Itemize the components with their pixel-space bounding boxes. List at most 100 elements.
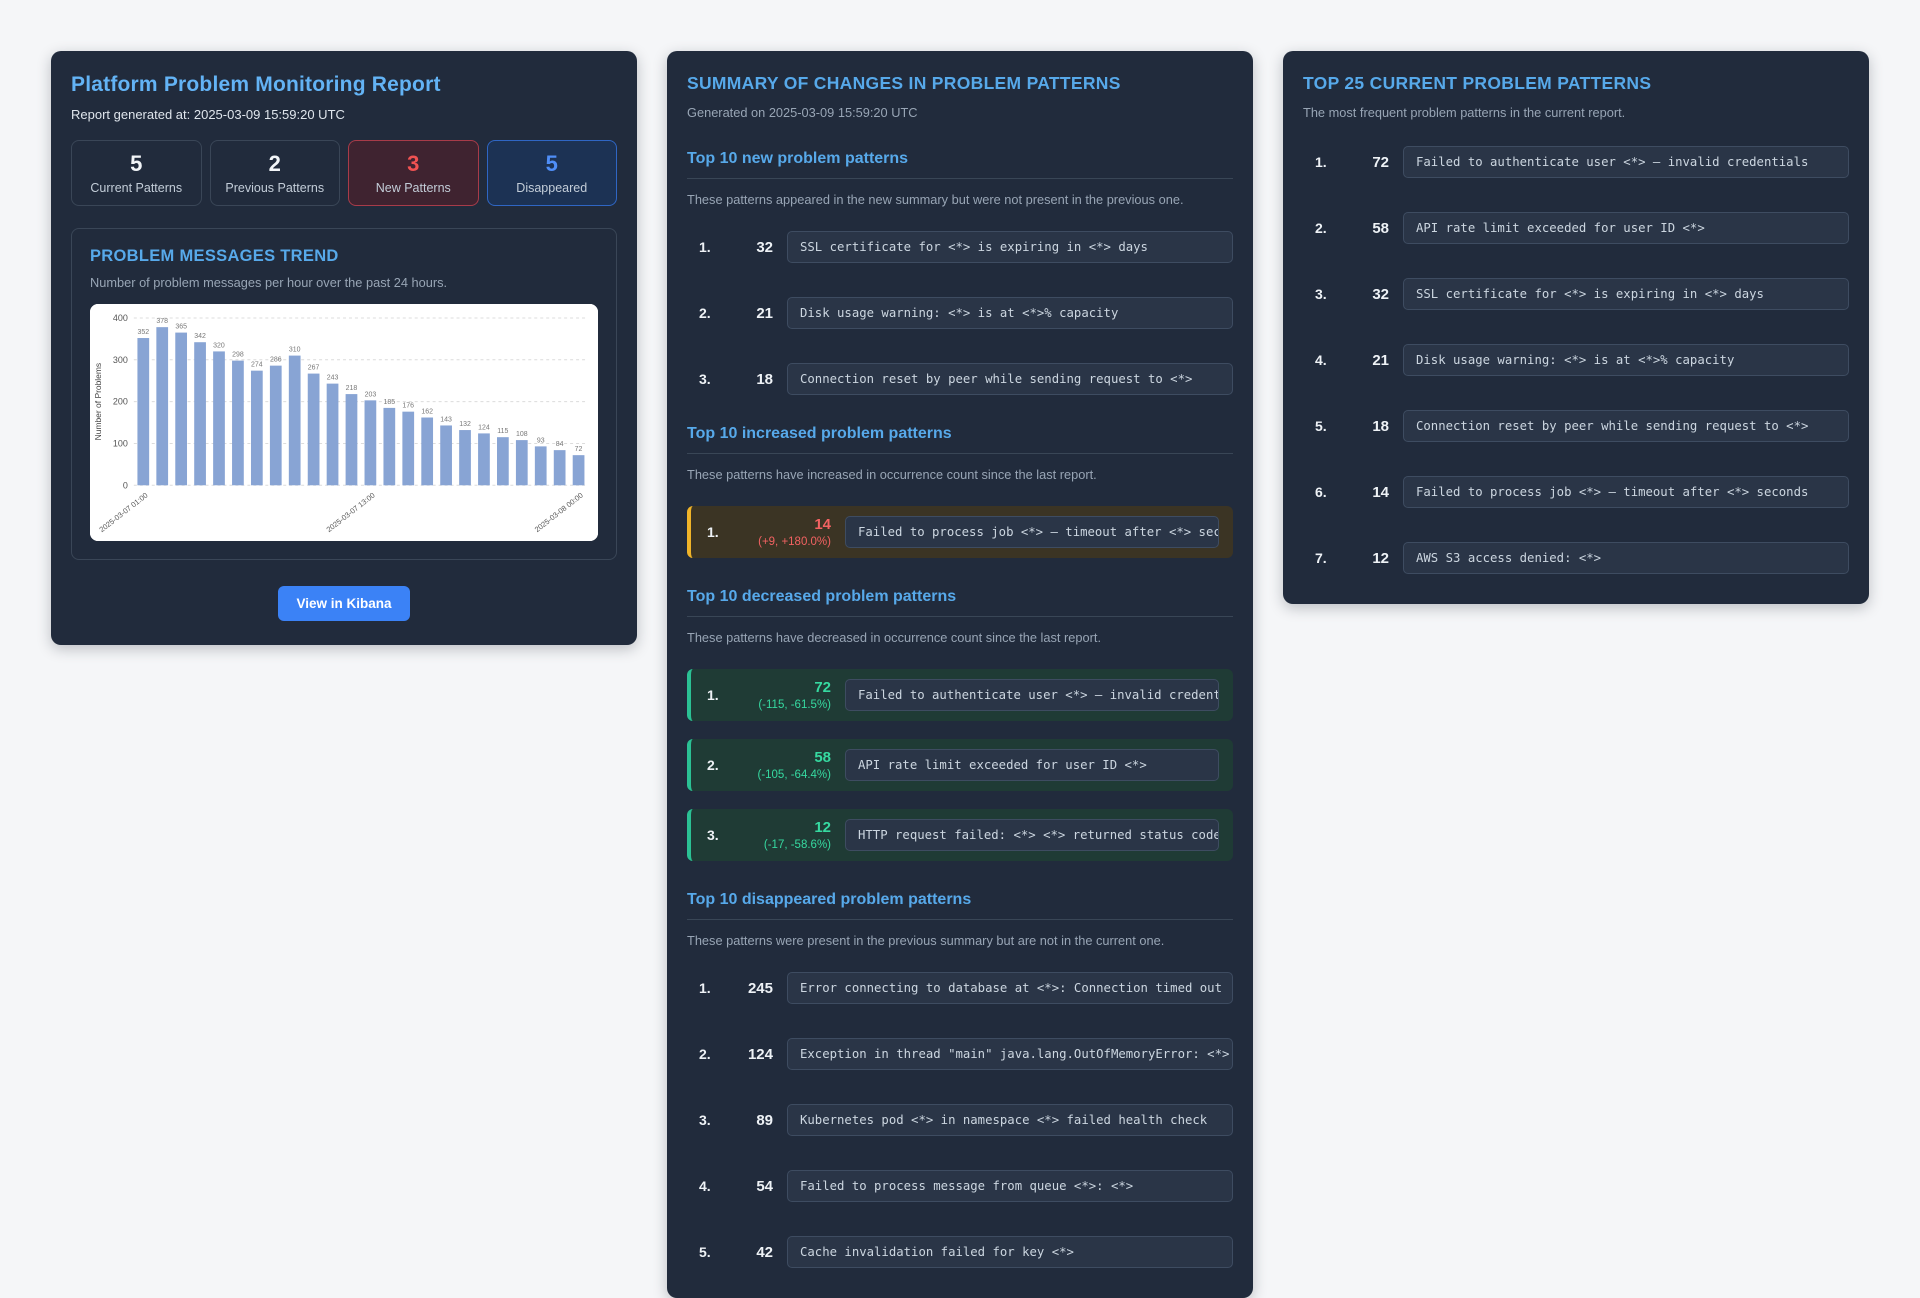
pattern-item: 4. 21 Disk usage warning: <*> is at <*>%… (1303, 344, 1849, 376)
trend-subtitle: Number of problem messages per hour over… (90, 275, 598, 290)
actions-row: View in Kibana (71, 586, 617, 621)
pattern-count: 32 (1343, 286, 1389, 303)
stat-value: 3 (355, 152, 472, 176)
trend-title: PROBLEM MESSAGES TREND (90, 247, 598, 266)
view-in-kibana-button[interactable]: View in Kibana (278, 586, 409, 621)
pattern-rank: 5. (687, 1244, 727, 1260)
stat-label: New Patterns (355, 181, 472, 195)
pattern-count: 42 (727, 1244, 773, 1261)
problem-messages-bar-chart: 0100200300400Number of Problems352378365… (90, 304, 598, 541)
section-new-patterns: Top 10 new problem patterns These patter… (687, 150, 1233, 395)
pattern-item: 6. 14 Failed to process job <*> – timeou… (1303, 476, 1849, 508)
pattern-text: SSL certificate for <*> is expiring in <… (787, 231, 1233, 263)
svg-text:320: 320 (213, 343, 225, 350)
pattern-rank: 1. (703, 524, 735, 540)
svg-text:218: 218 (346, 385, 358, 392)
pattern-count: 58 (1343, 220, 1389, 237)
pattern-text: Failed to authenticate user <*> – invali… (1403, 146, 1849, 178)
svg-text:72: 72 (575, 446, 583, 453)
pattern-text: Failed to authenticate user <*> – invali… (845, 679, 1219, 711)
svg-text:0: 0 (123, 480, 128, 490)
svg-text:108: 108 (516, 431, 528, 438)
section-description: These patterns were present in the previ… (687, 933, 1233, 948)
pattern-text: Error connecting to database at <*>: Con… (787, 972, 1233, 1004)
pattern-rank: 5. (1303, 418, 1343, 434)
report-generated-at: Report generated at: 2025-03-09 15:59:20… (71, 107, 617, 122)
section-decreased-patterns: Top 10 decreased problem patterns These … (687, 588, 1233, 861)
pattern-item-increased: 1. 14 (+9, +180.0%) Failed to process jo… (687, 506, 1233, 558)
pattern-item: 1. 72 Failed to authenticate user <*> – … (1303, 146, 1849, 178)
top-pattern-list: 1. 72 Failed to authenticate user <*> – … (1303, 146, 1849, 574)
stat-disappeared-patterns: 5 Disappeared (487, 140, 618, 206)
pattern-rank: 6. (1303, 484, 1343, 500)
top-patterns-subtitle: The most frequent problem patterns in th… (1303, 105, 1849, 120)
pattern-count-block: 14 (+9, +180.0%) (735, 516, 831, 548)
svg-text:365: 365 (175, 324, 187, 331)
svg-text:132: 132 (459, 421, 471, 428)
pattern-item: 3. 18 Connection reset by peer while sen… (687, 363, 1233, 395)
svg-text:200: 200 (113, 397, 128, 407)
stat-previous-patterns: 2 Previous Patterns (210, 140, 341, 206)
pattern-item: 2. 124 Exception in thread "main" java.l… (687, 1038, 1233, 1070)
pattern-count-block: 72 (-115, -61.5%) (735, 679, 831, 711)
pattern-rank: 1. (703, 687, 735, 703)
section-description: These patterns have decreased in occurre… (687, 630, 1233, 645)
pattern-text: Connection reset by peer while sending r… (787, 363, 1233, 395)
pattern-count: 54 (727, 1178, 773, 1195)
report-panel: Platform Problem Monitoring Report Repor… (51, 51, 637, 645)
pattern-text: Failed to process job <*> – timeout afte… (845, 516, 1219, 548)
stat-value: 5 (78, 152, 195, 176)
summary-panel: SUMMARY OF CHANGES IN PROBLEM PATTERNS G… (667, 51, 1253, 1298)
pattern-count: 72 (1343, 154, 1389, 171)
pattern-count: 58 (735, 749, 831, 766)
stat-tiles: 5 Current Patterns 2 Previous Patterns 3… (71, 140, 617, 206)
pattern-rank: 3. (703, 827, 735, 843)
pattern-count-block: 12 (-17, -58.6%) (735, 819, 831, 851)
svg-text:162: 162 (421, 409, 433, 416)
stat-label: Current Patterns (78, 181, 195, 195)
pattern-text: Disk usage warning: <*> is at <*>% capac… (1403, 344, 1849, 376)
pattern-count: 12 (735, 819, 831, 836)
pattern-delta: (+9, +180.0%) (735, 536, 831, 548)
pattern-rank: 2. (1303, 220, 1343, 236)
pattern-count: 14 (1343, 484, 1389, 501)
pattern-count: 21 (727, 305, 773, 322)
stat-value: 5 (494, 152, 611, 176)
page-title: Platform Problem Monitoring Report (71, 73, 617, 97)
pattern-text: Cache invalidation failed for key <*> (787, 1236, 1233, 1268)
pattern-rank: 1. (1303, 154, 1343, 170)
pattern-rank: 7. (1303, 550, 1343, 566)
section-increased-patterns: Top 10 increased problem patterns These … (687, 425, 1233, 558)
svg-text:115: 115 (497, 428, 508, 435)
new-pattern-list: 1. 32 SSL certificate for <*> is expirin… (687, 231, 1233, 395)
decreased-pattern-list: 1. 72 (-115, -61.5%) Failed to authentic… (687, 669, 1233, 861)
svg-text:124: 124 (478, 425, 490, 432)
pattern-item: 5. 42 Cache invalidation failed for key … (687, 1236, 1233, 1268)
pattern-item: 7. 12 AWS S3 access denied: <*> (1303, 542, 1849, 574)
section-heading: Top 10 increased problem patterns (687, 425, 1233, 454)
disappeared-pattern-list: 1. 245 Error connecting to database at <… (687, 972, 1233, 1268)
pattern-item-decreased: 2. 58 (-105, -64.4%) API rate limit exce… (687, 739, 1233, 791)
stat-current-patterns: 5 Current Patterns (71, 140, 202, 206)
pattern-count: 12 (1343, 550, 1389, 567)
stat-label: Disappeared (494, 181, 611, 195)
pattern-count: 18 (1343, 418, 1389, 435)
pattern-text: API rate limit exceeded for user ID <*> (845, 749, 1219, 781)
pattern-rank: 2. (687, 1046, 727, 1062)
pattern-count: 245 (727, 980, 773, 997)
pattern-text: SSL certificate for <*> is expiring in <… (1403, 278, 1849, 310)
pattern-rank: 3. (687, 371, 727, 387)
svg-text:176: 176 (402, 403, 414, 410)
svg-text:378: 378 (156, 318, 168, 325)
pattern-item: 5. 18 Connection reset by peer while sen… (1303, 410, 1849, 442)
pattern-item: 4. 54 Failed to process message from que… (687, 1170, 1233, 1202)
pattern-text: Exception in thread "main" java.lang.Out… (787, 1038, 1233, 1070)
top-patterns-title: TOP 25 CURRENT PROBLEM PATTERNS (1303, 73, 1849, 94)
pattern-text: Kubernetes pod <*> in namespace <*> fail… (787, 1104, 1233, 1136)
pattern-count: 124 (727, 1046, 773, 1063)
pattern-rank: 3. (1303, 286, 1343, 302)
svg-text:400: 400 (113, 313, 128, 323)
svg-text:274: 274 (251, 362, 263, 369)
pattern-delta: (-115, -61.5%) (735, 699, 831, 711)
summary-generated: Generated on 2025-03-09 15:59:20 UTC (687, 105, 1233, 120)
